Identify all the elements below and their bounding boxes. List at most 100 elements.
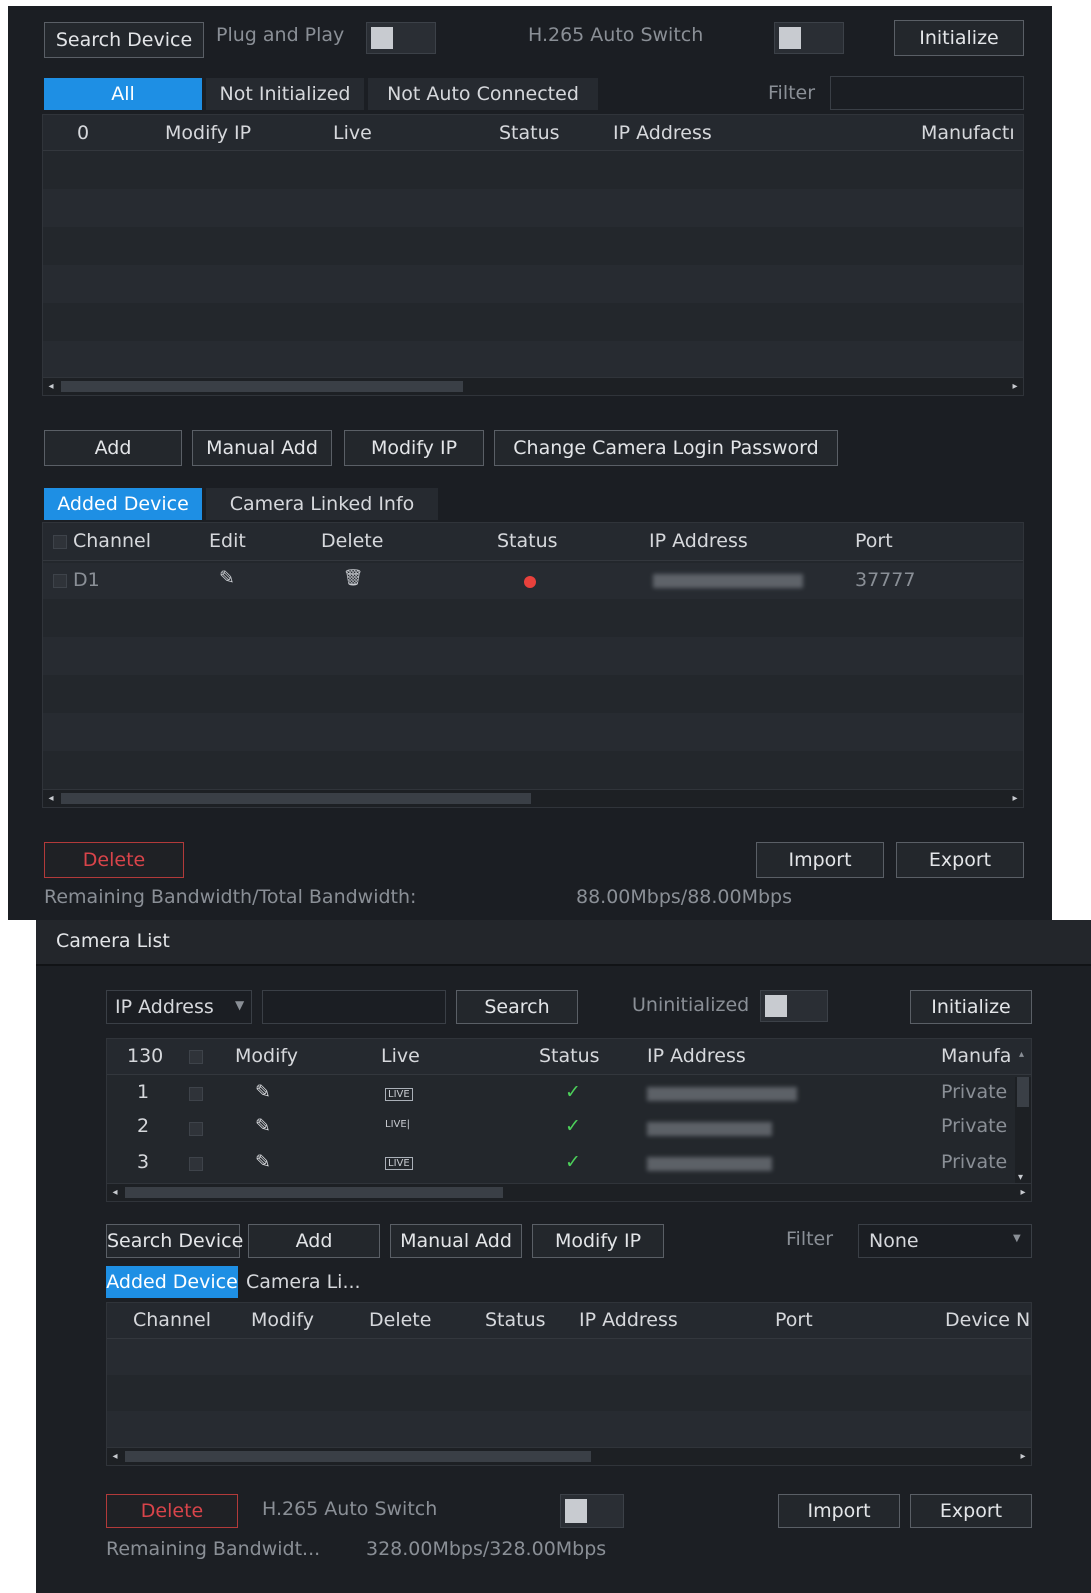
added-table-scrollbar[interactable]: ◂ ▸ bbox=[107, 1447, 1031, 1465]
col-manufacturer: Manufactı bbox=[921, 122, 1015, 144]
live-icon[interactable]: LIVE bbox=[385, 1157, 413, 1170]
export-button[interactable]: Export bbox=[896, 842, 1024, 878]
manufacturer-cell: Private bbox=[941, 1115, 1008, 1137]
col-count: 0 bbox=[77, 122, 90, 144]
col-status: Status bbox=[485, 1309, 546, 1331]
delete-icon[interactable]: 🗑 bbox=[343, 568, 363, 587]
row-checkbox[interactable] bbox=[53, 574, 67, 588]
delete-button[interactable]: Delete bbox=[106, 1494, 238, 1528]
uninitialized-label: Uninitialized bbox=[632, 994, 750, 1016]
bandwidth-label: Remaining Bandwidth/Total Bandwidth: bbox=[44, 886, 417, 908]
row-checkbox[interactable] bbox=[189, 1087, 203, 1101]
col-status: Status bbox=[539, 1045, 600, 1067]
add-button[interactable]: Add bbox=[248, 1224, 380, 1258]
table-row[interactable]: D1 ✎ 🗑 37777 bbox=[43, 563, 1023, 599]
filter-label: Filter bbox=[786, 1228, 834, 1250]
tab-added-device[interactable]: Added Device bbox=[106, 1266, 238, 1298]
select-all-checkbox[interactable] bbox=[53, 535, 67, 549]
h265-auto-switch-toggle[interactable] bbox=[774, 22, 844, 54]
bandwidth-value: 88.00Mbps/88.00Mbps bbox=[576, 886, 793, 908]
tab-all[interactable]: All bbox=[44, 78, 202, 110]
search-table-scrollbar[interactable]: ◂ ▸ bbox=[43, 377, 1023, 395]
modify-icon[interactable]: ✎ bbox=[255, 1081, 271, 1103]
edit-icon[interactable]: ✎ bbox=[219, 567, 235, 589]
initialize-button[interactable]: Initialize bbox=[894, 20, 1024, 56]
initialize-button[interactable]: Initialize bbox=[910, 990, 1032, 1024]
modify-icon[interactable]: ✎ bbox=[255, 1151, 271, 1173]
scroll-left-icon[interactable]: ◂ bbox=[43, 378, 59, 395]
col-ip-address: IP Address bbox=[649, 530, 748, 552]
add-button[interactable]: Add bbox=[44, 430, 182, 466]
camera-list-panel: Camera List IP Address ▼ Search Uninitia… bbox=[36, 920, 1091, 1593]
modify-icon[interactable]: ✎ bbox=[255, 1115, 271, 1137]
scroll-thumb[interactable] bbox=[61, 793, 531, 804]
col-modify-ip: Modify IP bbox=[165, 122, 252, 144]
table-row[interactable]: 1 ✎ LIVE ✓ Private bbox=[107, 1077, 1031, 1111]
filter-input[interactable] bbox=[830, 76, 1024, 110]
h265-auto-switch-toggle[interactable] bbox=[560, 1494, 624, 1528]
search-device-button[interactable]: Search Device bbox=[106, 1224, 243, 1258]
scroll-down-icon[interactable]: ▾ bbox=[1018, 1172, 1023, 1183]
scroll-thumb[interactable] bbox=[61, 381, 463, 392]
bandwidth-value: 328.00Mbps/328.00Mbps bbox=[366, 1538, 607, 1560]
export-button[interactable]: Export bbox=[910, 1494, 1032, 1528]
plug-and-play-label: Plug and Play bbox=[216, 24, 345, 46]
filter-label: Filter bbox=[768, 82, 816, 104]
live-icon[interactable]: LIVE| bbox=[385, 1119, 410, 1130]
filter-select[interactable]: None ▼ bbox=[858, 1224, 1032, 1258]
manual-add-button[interactable]: Manual Add bbox=[390, 1224, 522, 1258]
scroll-left-icon[interactable]: ◂ bbox=[107, 1448, 123, 1465]
scroll-left-icon[interactable]: ◂ bbox=[107, 1184, 123, 1201]
row-checkbox[interactable] bbox=[189, 1157, 203, 1171]
manual-add-button[interactable]: Manual Add bbox=[192, 430, 332, 466]
table-row[interactable]: 3 ✎ LIVE ✓ Private bbox=[107, 1147, 1031, 1181]
tab-not-initialized[interactable]: Not Initialized bbox=[206, 78, 364, 110]
tab-camera-linked-info[interactable]: Camera Linked Info bbox=[206, 488, 438, 520]
table-row[interactable]: 2 ✎ LIVE| ✓ Private bbox=[107, 1111, 1031, 1147]
search-device-button[interactable]: Search Device bbox=[44, 22, 204, 58]
status-ok-icon: ✓ bbox=[565, 1115, 581, 1137]
delete-button[interactable]: Delete bbox=[44, 842, 184, 878]
scroll-right-icon[interactable]: ▸ bbox=[1015, 1184, 1031, 1201]
page-title: Camera List bbox=[56, 930, 170, 952]
scroll-thumb[interactable] bbox=[1017, 1077, 1029, 1107]
search-result-table: 0 Modify IP Live Status IP Address Manuf… bbox=[42, 114, 1024, 396]
search-input[interactable] bbox=[262, 990, 446, 1024]
ip-address-redacted bbox=[653, 574, 803, 588]
camera-table-scrollbar[interactable]: ◂ ▸ bbox=[107, 1183, 1031, 1201]
row-number: 3 bbox=[137, 1151, 150, 1173]
added-table-scrollbar[interactable]: ◂ ▸ bbox=[43, 789, 1023, 807]
tab-added-device[interactable]: Added Device bbox=[44, 488, 202, 520]
modify-ip-button[interactable]: Modify IP bbox=[344, 430, 484, 466]
scroll-right-icon[interactable]: ▸ bbox=[1007, 378, 1023, 395]
chevron-down-icon: ▼ bbox=[1013, 1233, 1021, 1244]
tab-camera-linked-info[interactable]: Camera Li... bbox=[240, 1266, 372, 1298]
scroll-right-icon[interactable]: ▸ bbox=[1007, 790, 1023, 807]
scroll-thumb[interactable] bbox=[125, 1451, 591, 1462]
scroll-thumb[interactable] bbox=[125, 1187, 503, 1198]
bandwidth-label: Remaining Bandwidt... bbox=[106, 1538, 321, 1560]
select-all-checkbox[interactable] bbox=[189, 1050, 203, 1064]
vertical-scrollbar[interactable]: ▾ bbox=[1015, 1077, 1031, 1185]
live-icon[interactable]: LIVE bbox=[385, 1088, 413, 1101]
search-type-select[interactable]: IP Address ▼ bbox=[106, 990, 252, 1024]
col-modify: Modify bbox=[235, 1045, 298, 1067]
change-camera-login-password-button[interactable]: Change Camera Login Password bbox=[494, 430, 838, 466]
manufacturer-cell: Private bbox=[941, 1081, 1008, 1103]
scroll-right-icon[interactable]: ▸ bbox=[1015, 1448, 1031, 1465]
uninitialized-toggle[interactable] bbox=[760, 990, 828, 1022]
plug-and-play-toggle[interactable] bbox=[366, 22, 436, 54]
modify-ip-button[interactable]: Modify IP bbox=[532, 1224, 664, 1258]
tab-not-auto-connected[interactable]: Not Auto Connected bbox=[368, 78, 598, 110]
col-ip-address: IP Address bbox=[647, 1045, 746, 1067]
scroll-left-icon[interactable]: ◂ bbox=[43, 790, 59, 807]
col-ip-address: IP Address bbox=[579, 1309, 678, 1331]
col-channel: Channel bbox=[133, 1309, 212, 1331]
col-live: Live bbox=[381, 1045, 420, 1067]
search-button[interactable]: Search bbox=[456, 990, 578, 1024]
import-button[interactable]: Import bbox=[778, 1494, 900, 1528]
sort-up-icon[interactable]: ▴ bbox=[1019, 1049, 1024, 1060]
import-button[interactable]: Import bbox=[756, 842, 884, 878]
col-manufacturer: Manufa bbox=[941, 1045, 1012, 1067]
row-checkbox[interactable] bbox=[189, 1122, 203, 1136]
